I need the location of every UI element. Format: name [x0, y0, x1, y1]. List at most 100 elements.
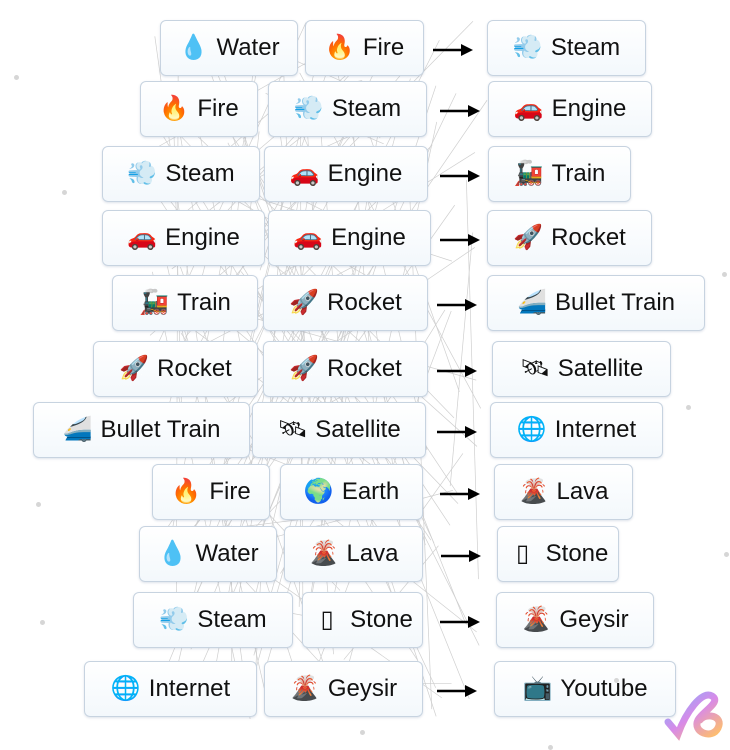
rocket-icon: 🚀	[289, 289, 320, 316]
ingredient-element[interactable]: 💧 Water	[160, 20, 298, 76]
ingredient-element[interactable]: 🛰 Satellite	[252, 402, 426, 458]
element-label: Rocket	[551, 224, 626, 251]
ingredient-element[interactable]: 🌋 Lava	[284, 526, 423, 582]
ingredient-element[interactable]: 🌐 Internet	[84, 661, 257, 717]
satellite-icon: 🛰	[519, 355, 551, 382]
arrow-right-icon	[441, 550, 481, 562]
decorative-dot	[36, 502, 41, 507]
element-label: Lava	[556, 478, 609, 505]
car-icon: 🚗	[127, 224, 158, 251]
bullet-train-icon: 🚄	[517, 289, 547, 316]
ingredient-element[interactable]: 💧 Water	[139, 526, 277, 582]
result-element[interactable]: 🌋 Lava	[494, 464, 633, 520]
decorative-dot	[724, 552, 729, 557]
ingredient-element[interactable]: 💨 Steam	[102, 146, 260, 202]
rocket-icon: 🚀	[119, 355, 150, 382]
arrow-right-icon	[440, 234, 480, 246]
globe-icon: 🌐	[516, 416, 547, 443]
rocket-icon: 🚀	[289, 355, 320, 382]
ingredient-element[interactable]: 🔥 Fire	[305, 20, 424, 76]
element-label: Engine	[551, 95, 627, 122]
result-element[interactable]: 🌋 Geysir	[496, 592, 654, 648]
element-label: Water	[195, 540, 259, 567]
arrow-right-icon	[437, 426, 477, 438]
element-label: Rocket	[327, 289, 402, 316]
ingredient-element[interactable]: 🚄 Bullet Train	[33, 402, 250, 458]
bullet-train-icon: 🚄	[62, 416, 93, 443]
ingredient-element[interactable]: ▯ Stone	[302, 592, 423, 648]
element-label: Train	[551, 160, 606, 187]
arrow-right-icon	[437, 685, 477, 697]
rocket-icon: 🚀	[513, 224, 544, 251]
decorative-dot	[360, 730, 365, 735]
result-element[interactable]: 🚗 Engine	[488, 81, 652, 137]
arrow-right-icon	[440, 488, 480, 500]
ingredient-element[interactable]: 🚀 Rocket	[93, 341, 258, 397]
ingredient-element[interactable]: 💨 Steam	[133, 592, 293, 648]
ingredient-element[interactable]: 🌋 Geysir	[264, 661, 423, 717]
connection-line	[418, 453, 464, 516]
decorative-dot	[14, 75, 19, 80]
element-label: Geysir	[559, 606, 629, 633]
globe-icon: 🌐	[110, 675, 141, 702]
element-label: Lava	[346, 540, 399, 567]
decorative-dot	[62, 190, 67, 195]
result-element[interactable]: 🛰 Satellite	[492, 341, 671, 397]
arrow-right-icon	[440, 616, 480, 628]
element-label: Steam	[197, 606, 267, 633]
volcano-icon: 🌋	[518, 478, 549, 505]
missing-glyph-icon: ▯	[320, 606, 334, 633]
ingredient-element[interactable]: 🔥 Fire	[140, 81, 258, 137]
dash-icon: 💨	[512, 34, 543, 61]
result-element[interactable]: 💨 Steam	[487, 20, 646, 76]
element-label: Bullet Train	[100, 416, 221, 443]
element-label: Internet	[554, 416, 637, 443]
result-element[interactable]: 🚀 Rocket	[487, 210, 652, 266]
fire-icon: 🔥	[159, 95, 190, 122]
element-label: Earth	[341, 478, 400, 505]
fire-icon: 🔥	[171, 478, 202, 505]
result-element[interactable]: 📺 Youtube	[494, 661, 676, 717]
ingredient-element[interactable]: 🚀 Rocket	[263, 275, 428, 331]
ingredient-element[interactable]: 🚂 Train	[112, 275, 258, 331]
decorative-dot	[614, 678, 619, 683]
car-icon: 🚗	[513, 95, 544, 122]
television-icon: 📺	[522, 675, 553, 702]
element-label: Fire	[362, 34, 405, 61]
element-label: Internet	[148, 675, 231, 702]
droplet-icon: 💧	[178, 34, 209, 61]
dash-icon: 💨	[293, 95, 324, 122]
ingredient-element[interactable]: 💨 Steam	[268, 81, 427, 137]
ingredient-element[interactable]: 🚗 Engine	[264, 146, 428, 202]
ingredient-element[interactable]: 🌍 Earth	[280, 464, 423, 520]
ingredient-element[interactable]: 🚗 Engine	[102, 210, 265, 266]
decorative-dot	[40, 620, 45, 625]
element-label: Engine	[331, 224, 406, 251]
result-element[interactable]: 🚂 Train	[488, 146, 631, 202]
element-label: Stone	[350, 606, 413, 633]
result-element[interactable]: ▯ Stone	[497, 526, 619, 582]
connection-line	[449, 232, 474, 487]
droplet-icon: 💧	[157, 540, 188, 567]
ingredient-element[interactable]: 🚀 Rocket	[263, 341, 428, 397]
volcano-icon: 🌋	[308, 540, 339, 567]
dash-icon: 💨	[127, 160, 158, 187]
ingredient-element[interactable]: 🔥 Fire	[152, 464, 270, 520]
missing-glyph-icon: ▯	[516, 540, 530, 567]
element-label: Rocket	[157, 355, 232, 382]
element-label: Stone	[545, 540, 609, 567]
element-label: Rocket	[327, 355, 402, 382]
arrow-right-icon	[437, 365, 477, 377]
decorative-dot	[722, 272, 727, 277]
volcano-icon: 🌋	[521, 606, 552, 633]
result-element[interactable]: 🌐 Internet	[490, 402, 663, 458]
element-label: Engine	[165, 224, 240, 251]
ingredient-element[interactable]: 🚗 Engine	[268, 210, 431, 266]
watermark-logo	[664, 691, 723, 741]
decorative-dot	[548, 745, 553, 750]
volcano-icon: 🌋	[289, 675, 320, 702]
element-label: Fire	[197, 95, 239, 122]
element-label: Steam	[550, 34, 621, 61]
element-label: Bullet Train	[554, 289, 676, 316]
result-element[interactable]: 🚄 Bullet Train	[487, 275, 705, 331]
